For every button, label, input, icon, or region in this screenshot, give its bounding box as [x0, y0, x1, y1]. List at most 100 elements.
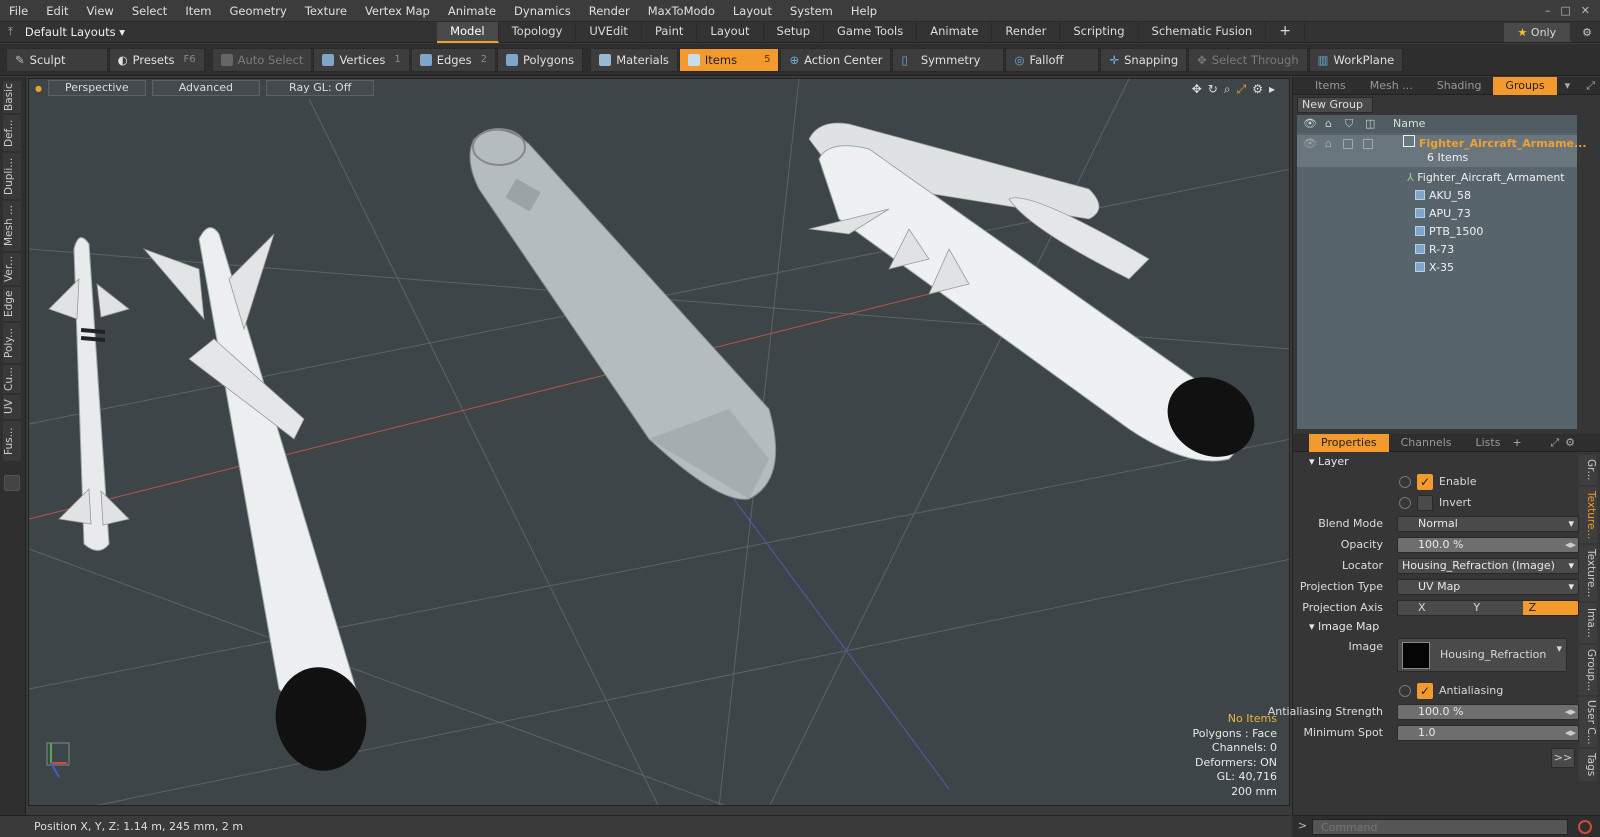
axis-x-button[interactable]: X	[1398, 601, 1468, 615]
row-select-box[interactable]	[1363, 139, 1373, 149]
raygl-button[interactable]: Ray GL: Off	[266, 80, 375, 96]
rotate-icon[interactable]: ↻	[1208, 82, 1218, 97]
menu-layout[interactable]: Layout	[724, 0, 781, 22]
axis-z-button[interactable]: Z	[1522, 601, 1578, 615]
axis-y-button[interactable]: Y	[1467, 601, 1523, 615]
only-toggle[interactable]: ★ Only	[1503, 22, 1571, 42]
tab-items[interactable]: Items	[1293, 77, 1358, 95]
panel-expand-icon[interactable]: ⤢	[1586, 79, 1595, 93]
tab-game-tools[interactable]: Game Tools	[824, 21, 918, 43]
lock-icon[interactable]: ⛉	[1345, 115, 1353, 133]
falloff-button[interactable]: ◎ Falloff	[1005, 47, 1100, 72]
row-lock-box[interactable]	[1343, 139, 1353, 149]
left-tab-uv[interactable]: UV	[3, 395, 21, 419]
left-tab-fusion[interactable]: Fus...	[3, 421, 21, 461]
tab-animate[interactable]: Animate	[917, 21, 993, 43]
layout-up-icon[interactable]: ⤒	[0, 25, 21, 39]
symmetry-button[interactable]: ▯ Symmetry	[892, 47, 1005, 72]
left-tab-edge[interactable]: Edge	[3, 287, 21, 321]
menu-render[interactable]: Render	[580, 0, 639, 22]
left-tab-deform[interactable]: Def...	[3, 115, 21, 151]
fit-icon[interactable]: ⤢	[1237, 82, 1247, 97]
stepper-icon[interactable]: ◂▸	[1565, 705, 1576, 719]
menu-geometry[interactable]: Geometry	[221, 0, 296, 22]
command-input[interactable]	[1312, 819, 1568, 835]
tab-properties[interactable]: Properties	[1309, 433, 1389, 452]
left-tab-vertex[interactable]: Ver...	[3, 253, 21, 285]
antialiasing-checkbox[interactable]: ✓	[1417, 683, 1433, 699]
projection-type-select[interactable]: UV Map ▾	[1397, 579, 1579, 595]
maximize-icon[interactable]: □	[1560, 4, 1570, 17]
tab-channels[interactable]: Channels	[1389, 434, 1464, 452]
3d-viewport[interactable]: ● Perspective Advanced Ray GL: Off ✥ ↻ ⌕…	[28, 78, 1290, 806]
left-tab-basic[interactable]: Basic	[3, 81, 21, 113]
props-expand-icon[interactable]: ⤢	[1550, 436, 1559, 450]
left-tab-curve[interactable]: Cu...	[3, 365, 21, 393]
pan-icon[interactable]: ✥	[1192, 82, 1202, 97]
viewport-gear-icon[interactable]: ⚙	[1252, 82, 1263, 97]
tab-groups[interactable]: Groups	[1493, 76, 1557, 95]
layer-section[interactable]: ▾ Layer	[1309, 455, 1349, 468]
tab-mesh[interactable]: Mesh ...	[1358, 77, 1425, 95]
right-tab-tags[interactable]: Tags	[1579, 749, 1597, 781]
tab-uvedit[interactable]: UVEdit	[576, 21, 642, 43]
group-child[interactable]: APU_73	[1415, 205, 1575, 223]
presets-button[interactable]: ◐ Presets F6	[108, 47, 205, 72]
aa-strength-field[interactable]: 100.0 % ◂▸	[1397, 704, 1579, 720]
left-tab-duplicate[interactable]: Dupli...	[3, 153, 21, 199]
menu-system[interactable]: System	[781, 0, 842, 22]
stepper-icon[interactable]: ◂▸	[1565, 538, 1576, 552]
group-child[interactable]: ⅄ Fighter_Aircraft_Armament	[1407, 169, 1577, 187]
tab-paint[interactable]: Paint	[642, 21, 698, 43]
select-through-button[interactable]: ✥ Select Through	[1188, 47, 1308, 72]
right-tab-texture-2[interactable]: Texture...	[1579, 545, 1597, 601]
left-tab-polygon[interactable]: Poly...	[3, 323, 21, 363]
tab-shading[interactable]: Shading	[1425, 77, 1494, 95]
workplane-button[interactable]: ▥ WorkPlane	[1308, 47, 1404, 72]
right-tab-texture-1[interactable]: Texture...	[1579, 487, 1597, 543]
row-render-icon[interactable]: ⌂	[1325, 135, 1332, 153]
more-button[interactable]: >>	[1551, 748, 1575, 768]
tab-lists[interactable]: Lists	[1464, 434, 1513, 452]
enable-checkbox[interactable]: ✓	[1417, 474, 1433, 490]
menu-file[interactable]: File	[0, 0, 37, 22]
blend-mode-select[interactable]: Normal ▾	[1397, 516, 1579, 532]
menu-item[interactable]: Item	[176, 0, 220, 22]
invert-radio[interactable]	[1399, 497, 1411, 509]
perspective-button[interactable]: Perspective	[47, 80, 146, 96]
image-select[interactable]: Housing_Refraction ▾	[1397, 638, 1567, 672]
render-icon[interactable]: ⌂	[1325, 115, 1332, 133]
enable-radio[interactable]	[1399, 476, 1411, 488]
tab-schematic-fusion[interactable]: Schematic Fusion	[1139, 21, 1267, 43]
viewport-arrow-icon[interactable]: ▸	[1269, 82, 1275, 97]
group-row[interactable]: 👁 ⌂ Fighter_Aircraft_Armame... 6 Items	[1297, 135, 1587, 167]
menu-select[interactable]: Select	[123, 0, 176, 22]
auto-select-button[interactable]: Auto Select	[211, 47, 313, 72]
menu-texture[interactable]: Texture	[296, 0, 356, 22]
group-child[interactable]: PTB_1500	[1415, 223, 1575, 241]
opacity-field[interactable]: 100.0 % ◂▸	[1397, 537, 1579, 553]
menu-help[interactable]: Help	[842, 0, 886, 22]
menu-vertex-map[interactable]: Vertex Map	[356, 0, 439, 22]
new-group-button[interactable]: New Group	[1297, 97, 1373, 113]
close-icon[interactable]: ✕	[1581, 4, 1590, 17]
tab-setup[interactable]: Setup	[764, 21, 824, 43]
advanced-button[interactable]: Advanced	[151, 80, 261, 96]
add-tab-icon[interactable]: +	[1512, 436, 1521, 449]
tab-render[interactable]: Render	[992, 21, 1061, 43]
tab-scripting[interactable]: Scripting	[1060, 21, 1139, 43]
visibility-eye-icon[interactable]: 👁	[1303, 115, 1317, 133]
menu-animate[interactable]: Animate	[439, 0, 505, 22]
right-tab-user-channels[interactable]: User C...	[1579, 697, 1597, 747]
image-map-section[interactable]: ▾ Image Map	[1309, 620, 1379, 633]
menu-edit[interactable]: Edit	[37, 0, 77, 22]
menu-dynamics[interactable]: Dynamics	[505, 0, 580, 22]
minimize-icon[interactable]: –	[1545, 4, 1551, 17]
panel-chevron-down-icon[interactable]: ▾	[1565, 79, 1571, 92]
tab-layout[interactable]: Layout	[697, 21, 764, 43]
tab-model[interactable]: Model	[437, 21, 499, 43]
action-center-button[interactable]: ⊕ Action Center	[780, 47, 892, 72]
select-icon[interactable]: ◫	[1365, 115, 1375, 133]
layout-selector[interactable]: Default Layouts ▾	[21, 25, 137, 39]
left-tab-mesh[interactable]: Mesh ...	[3, 201, 21, 251]
